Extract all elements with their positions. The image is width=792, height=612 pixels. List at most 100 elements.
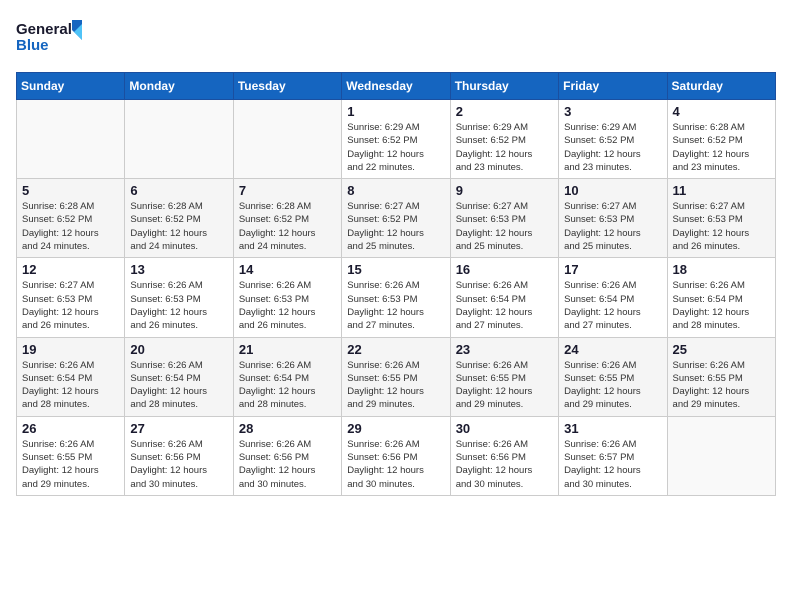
calendar-week-row: 12 Sunrise: 6:27 AM Sunset: 6:53 PM Dayli…	[17, 258, 776, 337]
weekday-header: Friday	[559, 73, 667, 100]
calendar-week-row: 19 Sunrise: 6:26 AM Sunset: 6:54 PM Dayli…	[17, 337, 776, 416]
day-number: 26	[22, 421, 119, 436]
day-number: 8	[347, 183, 444, 198]
calendar-cell	[17, 100, 125, 179]
svg-text:Blue: Blue	[16, 37, 49, 54]
day-info: Sunrise: 6:26 AM Sunset: 6:54 PM Dayligh…	[130, 359, 227, 412]
weekday-header: Saturday	[667, 73, 775, 100]
day-number: 6	[130, 183, 227, 198]
day-info: Sunrise: 6:28 AM Sunset: 6:52 PM Dayligh…	[239, 200, 336, 253]
day-info: Sunrise: 6:29 AM Sunset: 6:52 PM Dayligh…	[564, 121, 661, 174]
logo: General Blue	[16, 16, 86, 60]
calendar-cell: 15Sunrise: 6:26 AM Sunset: 6:53 PM Dayli…	[342, 258, 450, 337]
calendar-cell: 3 Sunrise: 6:29 AM Sunset: 6:52 PM Daylig…	[559, 100, 667, 179]
day-info: Sunrise: 6:26 AM Sunset: 6:55 PM Dayligh…	[22, 438, 119, 491]
day-info: Sunrise: 6:26 AM Sunset: 6:55 PM Dayligh…	[673, 359, 770, 412]
day-info: Sunrise: 6:26 AM Sunset: 6:53 PM Dayligh…	[130, 279, 227, 332]
weekday-header: Thursday	[450, 73, 558, 100]
day-number: 2	[456, 104, 553, 119]
calendar-cell: 14 Sunrise: 6:26 AM Sunset: 6:53 PM Dayli…	[233, 258, 341, 337]
day-info: Sunrise: 6:27 AM Sunset: 6:52 PM Dayligh…	[347, 200, 444, 253]
day-number: 19	[22, 342, 119, 357]
day-number: 1	[347, 104, 444, 119]
day-number: 21	[239, 342, 336, 357]
day-number: 24	[564, 342, 661, 357]
day-info: Sunrise: 6:26 AM Sunset: 6:57 PM Dayligh…	[564, 438, 661, 491]
calendar-cell: 19 Sunrise: 6:26 AM Sunset: 6:54 PM Dayli…	[17, 337, 125, 416]
day-info: Sunrise: 6:28 AM Sunset: 6:52 PM Dayligh…	[22, 200, 119, 253]
calendar-cell: 8 Sunrise: 6:27 AM Sunset: 6:52 PM Daylig…	[342, 179, 450, 258]
day-number: 7	[239, 183, 336, 198]
day-info: Sunrise: 6:26 AM Sunset: 6:54 PM Dayligh…	[673, 279, 770, 332]
calendar-week-row: 1 Sunrise: 6:29 AM Sunset: 6:52 PM Daylig…	[17, 100, 776, 179]
day-info: Sunrise: 6:28 AM Sunset: 6:52 PM Dayligh…	[673, 121, 770, 174]
logo-svg: General Blue	[16, 16, 86, 60]
day-info: Sunrise: 6:26 AM Sunset: 6:54 PM Dayligh…	[239, 359, 336, 412]
day-info: Sunrise: 6:26 AM Sunset: 6:56 PM Dayligh…	[130, 438, 227, 491]
day-info: Sunrise: 6:27 AM Sunset: 6:53 PM Dayligh…	[22, 279, 119, 332]
calendar-cell: 1 Sunrise: 6:29 AM Sunset: 6:52 PM Daylig…	[342, 100, 450, 179]
day-info: Sunrise: 6:27 AM Sunset: 6:53 PM Dayligh…	[673, 200, 770, 253]
weekday-header: Sunday	[17, 73, 125, 100]
calendar-cell: 30 Sunrise: 6:26 AM Sunset: 6:56 PM Dayli…	[450, 416, 558, 495]
day-number: 10	[564, 183, 661, 198]
day-info: Sunrise: 6:26 AM Sunset: 6:56 PM Dayligh…	[456, 438, 553, 491]
calendar-header: SundayMondayTuesdayWednesdayThursdayFrid…	[17, 73, 776, 100]
calendar-cell: 10Sunrise: 6:27 AM Sunset: 6:53 PM Dayli…	[559, 179, 667, 258]
day-number: 17	[564, 262, 661, 277]
calendar-cell: 16 Sunrise: 6:26 AM Sunset: 6:54 PM Dayli…	[450, 258, 558, 337]
calendar-cell: 4 Sunrise: 6:28 AM Sunset: 6:52 PM Daylig…	[667, 100, 775, 179]
calendar-cell: 27 Sunrise: 6:26 AM Sunset: 6:56 PM Dayli…	[125, 416, 233, 495]
day-number: 16	[456, 262, 553, 277]
day-info: Sunrise: 6:29 AM Sunset: 6:52 PM Dayligh…	[456, 121, 553, 174]
calendar-week-row: 26 Sunrise: 6:26 AM Sunset: 6:55 PM Dayli…	[17, 416, 776, 495]
calendar-cell: 29 Sunrise: 6:26 AM Sunset: 6:56 PM Dayli…	[342, 416, 450, 495]
day-info: Sunrise: 6:26 AM Sunset: 6:54 PM Dayligh…	[456, 279, 553, 332]
day-info: Sunrise: 6:28 AM Sunset: 6:52 PM Dayligh…	[130, 200, 227, 253]
calendar-cell: 18 Sunrise: 6:26 AM Sunset: 6:54 PM Dayli…	[667, 258, 775, 337]
day-number: 23	[456, 342, 553, 357]
calendar-cell: 2 Sunrise: 6:29 AM Sunset: 6:52 PM Daylig…	[450, 100, 558, 179]
day-number: 12	[22, 262, 119, 277]
weekday-header: Wednesday	[342, 73, 450, 100]
day-info: Sunrise: 6:26 AM Sunset: 6:54 PM Dayligh…	[564, 279, 661, 332]
svg-text:General: General	[16, 21, 72, 38]
calendar-cell	[667, 416, 775, 495]
calendar-cell: 7 Sunrise: 6:28 AM Sunset: 6:52 PM Daylig…	[233, 179, 341, 258]
day-info: Sunrise: 6:26 AM Sunset: 6:54 PM Dayligh…	[22, 359, 119, 412]
calendar-cell: 31 Sunrise: 6:26 AM Sunset: 6:57 PM Dayli…	[559, 416, 667, 495]
calendar-cell	[233, 100, 341, 179]
calendar-cell	[125, 100, 233, 179]
day-number: 14	[239, 262, 336, 277]
day-number: 29	[347, 421, 444, 436]
day-number: 5	[22, 183, 119, 198]
day-number: 28	[239, 421, 336, 436]
calendar-table: SundayMondayTuesdayWednesdayThursdayFrid…	[16, 72, 776, 496]
calendar-cell: 26 Sunrise: 6:26 AM Sunset: 6:55 PM Dayli…	[17, 416, 125, 495]
day-number: 4	[673, 104, 770, 119]
calendar-cell: 12 Sunrise: 6:27 AM Sunset: 6:53 PM Dayli…	[17, 258, 125, 337]
calendar-cell: 23 Sunrise: 6:26 AM Sunset: 6:55 PM Dayli…	[450, 337, 558, 416]
day-number: 3	[564, 104, 661, 119]
weekday-header: Tuesday	[233, 73, 341, 100]
calendar-cell: 28Sunrise: 6:26 AM Sunset: 6:56 PM Dayli…	[233, 416, 341, 495]
calendar-cell: 11 Sunrise: 6:27 AM Sunset: 6:53 PM Dayli…	[667, 179, 775, 258]
day-info: Sunrise: 6:26 AM Sunset: 6:56 PM Dayligh…	[347, 438, 444, 491]
day-info: Sunrise: 6:26 AM Sunset: 6:53 PM Dayligh…	[239, 279, 336, 332]
day-number: 11	[673, 183, 770, 198]
day-number: 31	[564, 421, 661, 436]
page-header: General Blue	[16, 16, 776, 60]
calendar-cell: 24Sunrise: 6:26 AM Sunset: 6:55 PM Dayli…	[559, 337, 667, 416]
calendar-cell: 17 Sunrise: 6:26 AM Sunset: 6:54 PM Dayli…	[559, 258, 667, 337]
calendar-cell: 13 Sunrise: 6:26 AM Sunset: 6:53 PM Dayli…	[125, 258, 233, 337]
calendar-cell: 6 Sunrise: 6:28 AM Sunset: 6:52 PM Daylig…	[125, 179, 233, 258]
day-info: Sunrise: 6:29 AM Sunset: 6:52 PM Dayligh…	[347, 121, 444, 174]
day-number: 18	[673, 262, 770, 277]
day-number: 30	[456, 421, 553, 436]
day-number: 27	[130, 421, 227, 436]
day-info: Sunrise: 6:26 AM Sunset: 6:55 PM Dayligh…	[456, 359, 553, 412]
weekday-row: SundayMondayTuesdayWednesdayThursdayFrid…	[17, 73, 776, 100]
calendar-cell: 5 Sunrise: 6:28 AM Sunset: 6:52 PM Daylig…	[17, 179, 125, 258]
calendar-week-row: 5 Sunrise: 6:28 AM Sunset: 6:52 PM Daylig…	[17, 179, 776, 258]
day-number: 13	[130, 262, 227, 277]
